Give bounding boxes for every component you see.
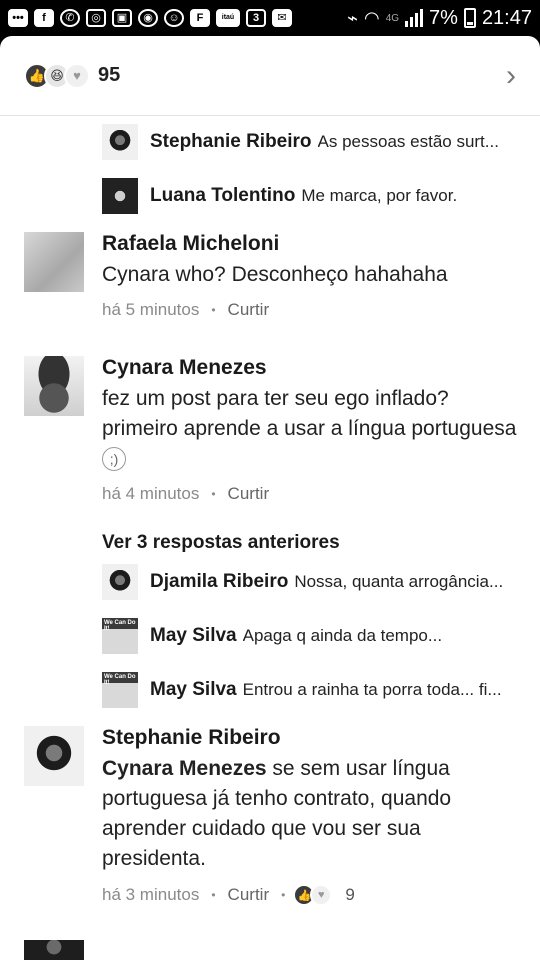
status-bar: ••• f ✆ ◎ ▣ ◉ ☺ F itaú 3 ✉ ⌁ ◠ 4G 7% 21:…	[0, 0, 540, 36]
comment-author[interactable]: Stephanie Ribeiro	[102, 726, 522, 750]
reply-item[interactable]: We Can Do It! May Silva Apaga q ainda da…	[102, 618, 518, 654]
battery-icon	[463, 8, 476, 28]
reply-text: Entrou a rainha ta porra toda... fi...	[242, 680, 502, 699]
notification-icons: ••• f ✆ ◎ ▣ ◉ ☺ F itaú 3 ✉	[8, 9, 292, 27]
avatar[interactable]	[102, 564, 138, 600]
reply-item[interactable]: We Can Do It! May Silva Entrou a rainha …	[102, 672, 518, 708]
vibrate-icon: ⌁	[347, 7, 358, 28]
reaction-icons: 👍 😆 ♥	[24, 62, 90, 89]
view-previous-replies-link[interactable]: Ver 3 respostas anteriores	[102, 532, 340, 554]
separator-dot: •	[211, 303, 216, 317]
avatar[interactable]: We Can Do It!	[102, 672, 138, 708]
comment-text: Cynara Menezes se sem usar língua portug…	[102, 754, 522, 874]
like-button[interactable]: Curtir	[228, 300, 270, 320]
network-label: 4G	[385, 12, 400, 24]
separator-dot: •	[211, 487, 216, 501]
comment-text-body: fez um post para ter seu ego inflado? pr…	[102, 387, 517, 440]
avatar[interactable]	[24, 356, 84, 416]
separator-dot: •	[281, 888, 286, 902]
comment-text: Cynara who? Desconheço hahahaha	[102, 263, 448, 286]
reaction-count: 95	[98, 64, 121, 86]
avatar-poster-text: We Can Do It!	[104, 674, 136, 686]
battery-percent: 7%	[429, 6, 458, 29]
reply-text: Apaga q ainda da tempo...	[242, 626, 443, 645]
comments-panel: 👍 😆 ♥ 95 › Stephanie Ribeiro As pessoas …	[0, 36, 540, 960]
comment-time: há 3 minutos	[102, 885, 200, 904]
love-icon: ♥	[64, 62, 90, 89]
reply-item[interactable]: Luana Tolentino Me marca, por favor.	[102, 178, 518, 214]
flipboard-icon: F	[190, 9, 210, 27]
more-icon: •••	[8, 9, 28, 27]
app-icon: 3	[246, 9, 266, 27]
avatar[interactable]	[102, 178, 138, 214]
like-button[interactable]: Curtir	[228, 484, 270, 504]
reply-author[interactable]: May Silva	[150, 679, 237, 701]
comment-time: há 4 minutos	[102, 484, 200, 503]
love-icon: ♥	[310, 884, 333, 906]
reply-item[interactable]: Djamila Ribeiro Nossa, quanta arrogância…	[102, 564, 518, 600]
reaction-count: 9	[345, 885, 355, 904]
reactions-summary[interactable]: 👍 😆 ♥ 95 ›	[0, 36, 540, 116]
reply-item[interactable]: Stephanie Ribeiro As pessoas estão surt.…	[102, 124, 518, 160]
wink-emoji-icon: ;)	[102, 447, 126, 472]
chevron-right-icon[interactable]: ›	[506, 59, 516, 93]
avatar[interactable]	[24, 726, 84, 786]
instagram-icon: ◎	[86, 9, 106, 27]
mention-link[interactable]: Cynara Menezes	[102, 757, 267, 780]
reply-text: Me marca, por favor.	[301, 186, 458, 205]
avatar[interactable]	[24, 232, 84, 292]
reply-text: As pessoas estão surt...	[317, 132, 499, 151]
avatar[interactable]	[24, 940, 84, 960]
comment-time: há 5 minutos	[102, 300, 200, 319]
itau-icon: itaú	[216, 9, 240, 27]
signal-icon	[405, 9, 424, 27]
whatsapp-icon: ✆	[60, 9, 80, 27]
avatar[interactable]: We Can Do It!	[102, 618, 138, 654]
comment-author[interactable]: Rafaela Micheloni	[102, 232, 522, 256]
facebook-icon: f	[34, 9, 54, 27]
comment-reactions[interactable]: 👍 ♥ 9	[293, 884, 355, 906]
wifi-icon: ◠	[363, 7, 380, 28]
reply-author[interactable]: Djamila Ribeiro	[150, 571, 288, 593]
photo-icon: ▣	[112, 9, 132, 27]
avatar-poster-text: We Can Do It!	[104, 620, 136, 632]
like-button[interactable]: Curtir	[228, 885, 270, 905]
reply-author[interactable]: Luana Tolentino	[150, 185, 295, 207]
clock: 21:47	[481, 6, 532, 29]
comment-author[interactable]: Cynara Menezes	[102, 356, 522, 380]
separator-dot: •	[211, 888, 216, 902]
mail-icon: ✉	[272, 9, 292, 27]
reply-text: Nossa, quanta arrogância...	[294, 572, 504, 591]
reply-author[interactable]: Stephanie Ribeiro	[150, 131, 312, 153]
camera-icon: ◉	[138, 9, 158, 27]
emoji-icon: ☺	[164, 9, 184, 27]
comment-text: fez um post para ter seu ego inflado? pr…	[102, 384, 522, 474]
avatar[interactable]	[102, 124, 138, 160]
reply-author[interactable]: May Silva	[150, 625, 237, 647]
